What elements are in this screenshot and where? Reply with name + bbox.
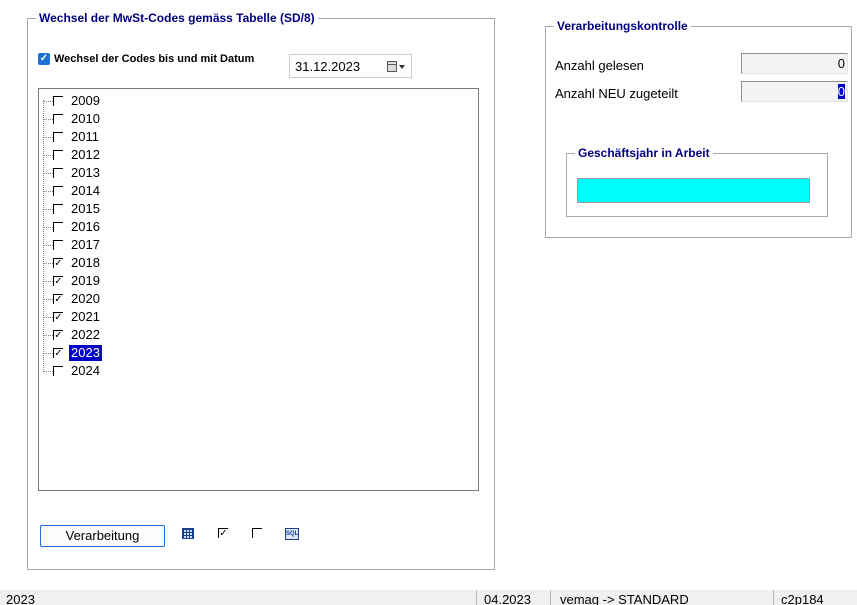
status-year: 2023: [6, 592, 35, 605]
checkbox-checked-icon[interactable]: ✓: [38, 53, 50, 65]
tree-item-label[interactable]: 2017: [69, 237, 102, 253]
status-separator: [550, 590, 551, 605]
tree-connector: [43, 208, 53, 210]
tree-connector: [43, 298, 53, 300]
checkbox-unchecked-icon[interactable]: [53, 114, 63, 124]
tree-item-2020[interactable]: ✓ 2020: [39, 290, 102, 308]
tree-connector: [43, 262, 53, 264]
tree-item-2018[interactable]: ✓ 2018: [39, 254, 102, 272]
process-button[interactable]: Verarbeitung: [40, 525, 165, 547]
tree-item-label[interactable]: 2009: [69, 93, 102, 109]
checkbox-unchecked-icon[interactable]: [53, 186, 63, 196]
checkbox-checked-icon[interactable]: ✓: [53, 258, 63, 269]
tree-item-2021[interactable]: ✓ 2021: [39, 308, 102, 326]
tree-connector: [43, 226, 53, 228]
new-count-field[interactable]: 0: [741, 81, 848, 102]
tree-item-2019[interactable]: ✓ 2019: [39, 272, 102, 290]
status-period: 04.2023: [484, 592, 531, 605]
read-count-field: 0: [741, 53, 848, 74]
tree-item-label[interactable]: 2014: [69, 183, 102, 199]
year-tree[interactable]: 2009 2010 2011 2012 2013 2014 2015 2016 2017 ✓ 201…: [38, 88, 479, 491]
tree-item-label[interactable]: 2013: [69, 165, 102, 181]
processing-control-title: Verarbeitungskontrolle: [554, 18, 691, 34]
date-value[interactable]: 31.12.2023: [295, 59, 360, 74]
tree-item-2010[interactable]: 2010: [39, 110, 102, 128]
tree-connector: [43, 190, 53, 192]
checkbox-unchecked-icon[interactable]: [53, 366, 63, 376]
checkbox-checked-icon[interactable]: ✓: [53, 312, 63, 323]
status-separator: [476, 590, 477, 605]
tree-item-2011[interactable]: 2011: [39, 128, 101, 146]
checkbox-unchecked-icon[interactable]: [53, 168, 63, 178]
tree-connector: [43, 172, 53, 174]
tree-item-label[interactable]: 2011: [69, 129, 101, 145]
checkbox-unchecked-icon[interactable]: [53, 240, 63, 250]
new-count-value[interactable]: 0: [837, 84, 845, 99]
checkbox-unchecked-icon[interactable]: [53, 222, 63, 232]
tree-item-2017[interactable]: 2017: [39, 236, 102, 254]
tree-connector: [43, 280, 53, 282]
new-count-label: Anzahl NEU zugeteilt: [555, 86, 678, 101]
check-all-icon[interactable]: ✓: [218, 528, 228, 539]
tree-item-label[interactable]: 2012: [69, 147, 102, 163]
tree-connector: [43, 334, 53, 336]
status-bar: 2023 04.2023 vemag -> STANDARD c2p184: [0, 590, 857, 605]
tree-item-2012[interactable]: 2012: [39, 146, 102, 164]
checkbox-unchecked-icon[interactable]: [53, 132, 63, 142]
checkbox-checked-icon[interactable]: ✓: [53, 294, 63, 305]
date-limit-checkbox[interactable]: ✓ Wechsel der Codes bis und mit Datum: [38, 53, 254, 65]
checkbox-checked-icon[interactable]: ✓: [53, 348, 63, 359]
tree-item-2009[interactable]: 2009: [39, 92, 102, 110]
tree-item-label[interactable]: 2023: [69, 345, 102, 361]
date-limit-checkbox-label: Wechsel der Codes bis und mit Datum: [54, 53, 255, 65]
calendar-dropdown-icon[interactable]: [387, 61, 405, 72]
tree-item-label[interactable]: 2020: [69, 291, 102, 307]
tree-connector: [43, 136, 53, 138]
tree-connector: [43, 154, 53, 156]
status-connection: vemag -> STANDARD: [560, 592, 689, 605]
tree-item-2024[interactable]: 2024: [39, 362, 102, 380]
tree-connector: [43, 370, 53, 372]
fiscal-year-progress-bar: [577, 178, 810, 203]
tree-item-label[interactable]: 2015: [69, 201, 102, 217]
tree-item-2015[interactable]: 2015: [39, 200, 102, 218]
status-code: c2p184: [781, 592, 824, 605]
tree-connector: [43, 118, 53, 120]
tree-item-2023[interactable]: ✓ 2023: [39, 344, 102, 362]
tree-item-label[interactable]: 2024: [69, 363, 102, 379]
tree-item-label[interactable]: 2010: [69, 111, 102, 127]
tree-connector: [43, 352, 53, 354]
checkbox-unchecked-icon[interactable]: [53, 150, 63, 160]
fiscal-year-title: Geschäftsjahr in Arbeit: [575, 145, 713, 161]
table-grid-icon[interactable]: [182, 528, 194, 539]
tree-item-2016[interactable]: 2016: [39, 218, 102, 236]
sql-icon[interactable]: SQL: [285, 528, 299, 540]
read-count-value: 0: [837, 56, 845, 71]
tree-item-label[interactable]: 2019: [69, 273, 102, 289]
checkbox-checked-icon[interactable]: ✓: [53, 330, 63, 341]
tree-item-2013[interactable]: 2013: [39, 164, 102, 182]
status-separator: [773, 590, 774, 605]
mwst-change-group-title: Wechsel der MwSt-Codes gemäss Tabelle (S…: [36, 10, 318, 26]
uncheck-all-icon[interactable]: [252, 528, 262, 538]
tree-item-label[interactable]: 2016: [69, 219, 102, 235]
checkbox-unchecked-icon[interactable]: [53, 96, 63, 106]
date-picker[interactable]: 31.12.2023: [289, 54, 412, 78]
checkbox-checked-icon[interactable]: ✓: [53, 276, 63, 287]
tree-item-label[interactable]: 2018: [69, 255, 102, 271]
checkbox-unchecked-icon[interactable]: [53, 204, 63, 214]
tree-item-label[interactable]: 2022: [69, 327, 102, 343]
tree-connector: [43, 244, 53, 246]
read-count-label: Anzahl gelesen: [555, 58, 644, 73]
tree-item-label[interactable]: 2021: [69, 309, 102, 325]
tree-item-2014[interactable]: 2014: [39, 182, 102, 200]
tree-connector: [43, 100, 53, 102]
tree-connector: [43, 316, 53, 318]
tree-item-2022[interactable]: ✓ 2022: [39, 326, 102, 344]
